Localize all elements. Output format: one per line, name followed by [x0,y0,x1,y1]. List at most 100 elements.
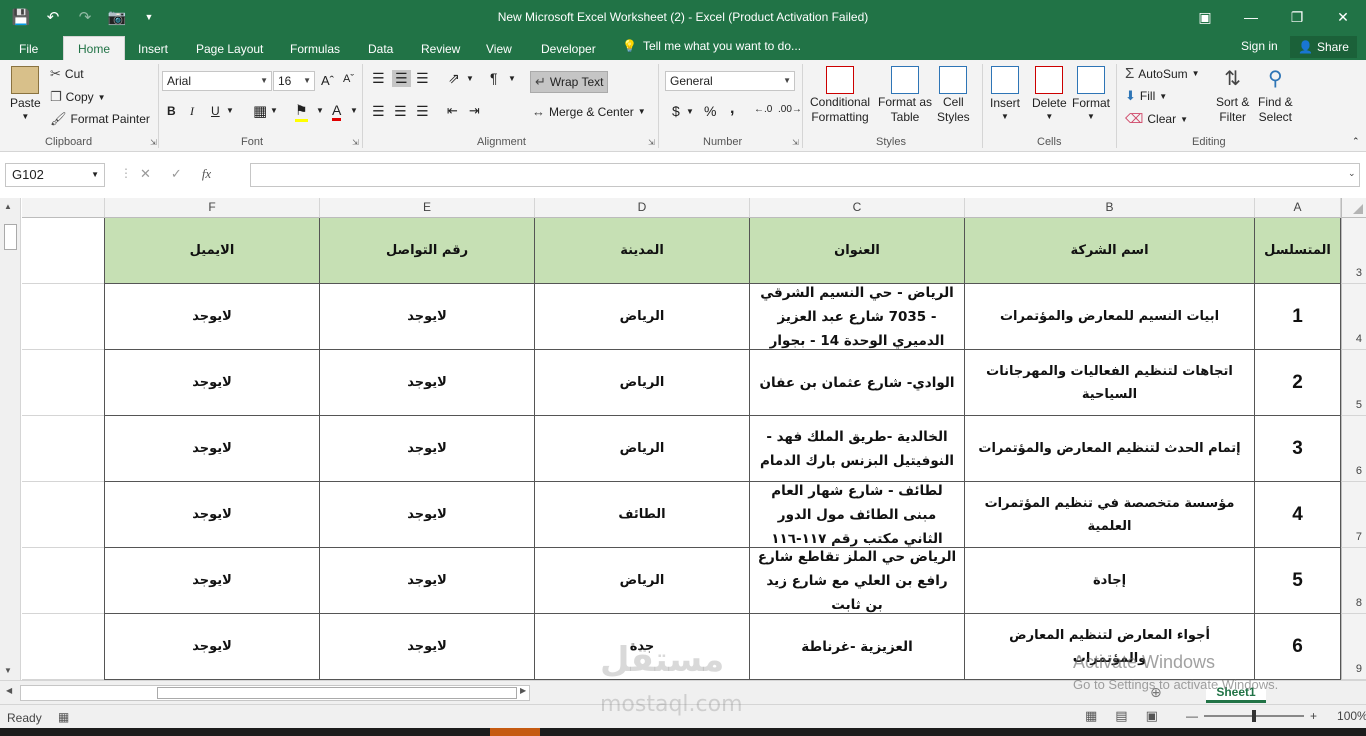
cell-company[interactable]: إتمام الحدث لتنظيم المعارض والمؤتمرات [965,416,1255,482]
cell-city[interactable]: الرياض [535,416,750,482]
column-header-c[interactable]: C [750,198,965,218]
italic-button[interactable]: I [190,104,194,119]
align-top-icon[interactable]: ☰ [372,70,385,87]
tab-view[interactable]: View [480,38,518,60]
column-header-g[interactable] [22,198,105,218]
header-cell-serial[interactable]: المتسلسل [1255,218,1341,284]
macro-record-icon[interactable]: ▦ [58,710,69,724]
insert-function-button[interactable]: fx [202,166,211,182]
cell-address[interactable]: لطائف - شارع شهار العام مبنى الطائف مول … [750,482,965,548]
align-right-icon[interactable]: ☰ [416,103,429,120]
name-box[interactable]: G102 ▼ [5,163,105,187]
conditional-formatting-button[interactable]: Conditional Formatting [810,66,870,124]
horizontal-scrollbar[interactable] [20,685,530,701]
row-header[interactable]: 4 [1341,284,1366,350]
collapse-ribbon-icon[interactable]: ⌃ [1352,136,1360,147]
align-bottom-icon[interactable]: ☰ [416,70,429,87]
increase-decimal-icon[interactable]: ←.0 [754,104,772,115]
cell-email[interactable]: لايوجد [105,548,320,614]
cancel-icon[interactable]: ✕ [140,166,151,182]
cell-address[interactable]: الرياض - حي النسيم الشرقي - 7035 شارع عب… [750,284,965,350]
tab-page-layout[interactable]: Page Layout [190,38,269,60]
page-break-view-icon[interactable]: ▣ [1146,708,1158,724]
decrease-indent-icon[interactable]: ⇤ [447,103,458,119]
header-cell-company[interactable]: اسم الشركة [965,218,1255,284]
cell-serial[interactable]: 4 [1255,482,1341,548]
align-left-icon[interactable]: ☰ [372,103,385,120]
format-cells-button[interactable]: Format ▼ [1072,66,1110,121]
delete-cells-button[interactable]: Delete ▼ [1032,66,1067,121]
increase-font-icon[interactable]: Aˆ [321,73,334,88]
row-header[interactable]: 3 [1341,218,1366,284]
cell-empty[interactable] [22,218,105,284]
vertical-scroll-thumb[interactable] [4,224,17,250]
cell-phone[interactable]: لايوجد [320,284,535,350]
tell-me-box[interactable]: 💡 Tell me what you want to do... [622,39,801,53]
cell-address[interactable]: الخالدية -طريق الملك فهد - النوفيتيل الب… [750,416,965,482]
zoom-out-icon[interactable]: — [1186,709,1198,723]
cell-empty[interactable] [22,548,105,614]
comma-button[interactable]: , [730,100,734,118]
row-header[interactable]: 9 [1341,614,1366,680]
sort-filter-button[interactable]: ⇅ Sort & Filter [1216,66,1249,124]
increase-indent-icon[interactable]: ⇥ [469,103,480,119]
borders-icon[interactable]: ▦ [253,102,267,120]
fill-button[interactable]: ⬇ Fill ▼ [1125,88,1167,104]
font-size-combo[interactable]: 16 ▼ [273,71,315,91]
tab-formulas[interactable]: Formulas [284,38,346,60]
header-cell-address[interactable]: العنوان [750,218,965,284]
row-header[interactable]: 8 [1341,548,1366,614]
decrease-font-icon[interactable]: Aˇ [343,73,354,85]
font-name-combo[interactable]: Arial ▼ [162,71,272,91]
cell-address[interactable]: الرياض حي الملز تقاطع شارع رافع بن العلي… [750,548,965,614]
cell-phone[interactable]: لايوجد [320,416,535,482]
format-as-table-button[interactable]: Format as Table [878,66,932,124]
row-header[interactable]: 7 [1341,482,1366,548]
zoom-level[interactable]: 100% [1337,709,1366,723]
tab-developer[interactable]: Developer [535,38,602,60]
percent-button[interactable]: % [704,103,716,119]
align-middle-icon[interactable]: ☰ [392,70,411,87]
cell-email[interactable]: لايوجد [105,284,320,350]
cell-email[interactable]: لايوجد [105,350,320,416]
page-layout-view-icon[interactable]: ▤ [1115,708,1127,724]
tab-review[interactable]: Review [415,38,466,60]
cell-city[interactable]: الرياض [535,350,750,416]
ribbon-display-icon[interactable]: ▣ [1182,0,1228,34]
header-cell-phone[interactable]: رقم التواصل [320,218,535,284]
cell-empty[interactable] [22,350,105,416]
dialog-launcher-icon[interactable]: ⇲ [150,138,157,147]
tab-file[interactable]: File [13,38,44,60]
scroll-up-icon[interactable]: ▲ [4,202,12,211]
chevron-down-icon[interactable]: ▼ [350,106,358,115]
cell-serial[interactable]: 2 [1255,350,1341,416]
column-header-b[interactable]: B [965,198,1255,218]
taskbar-app[interactable] [490,728,540,736]
cell-city[interactable]: الرياض [535,548,750,614]
dialog-launcher-icon[interactable]: ⇲ [792,138,799,147]
scroll-left-icon[interactable]: ◀ [6,686,12,695]
cell-phone[interactable]: لايوجد [320,482,535,548]
share-button[interactable]: 👤 Share [1290,36,1357,58]
cell-empty[interactable] [22,482,105,548]
cell-empty[interactable] [22,416,105,482]
cell-email[interactable]: لايوجد [105,614,320,680]
expand-formula-icon[interactable]: ⌄ [1348,168,1356,179]
column-header-f[interactable]: F [105,198,320,218]
row-header[interactable]: 5 [1341,350,1366,416]
cut-button[interactable]: ✂ Cut [50,66,84,82]
cell-city[interactable]: الطائف [535,482,750,548]
clear-button[interactable]: ⌫ Clear ▼ [1125,111,1188,127]
header-cell-city[interactable]: المدينة [535,218,750,284]
bold-button[interactable]: B [167,104,176,118]
cell-phone[interactable]: لايوجد [320,350,535,416]
paste-button[interactable]: Paste ▼ [10,66,41,121]
cell-serial[interactable]: 1 [1255,284,1341,350]
close-icon[interactable]: ✕ [1320,0,1366,34]
cell-company[interactable]: ابيات النسيم للمعارض والمؤتمرات [965,284,1255,350]
format-painter-button[interactable]: 🖌 Format Painter [50,111,150,127]
cell-serial[interactable]: 5 [1255,548,1341,614]
formula-input[interactable] [250,163,1360,187]
cell-email[interactable]: لايوجد [105,416,320,482]
chevron-down-icon[interactable]: ▼ [226,106,234,115]
